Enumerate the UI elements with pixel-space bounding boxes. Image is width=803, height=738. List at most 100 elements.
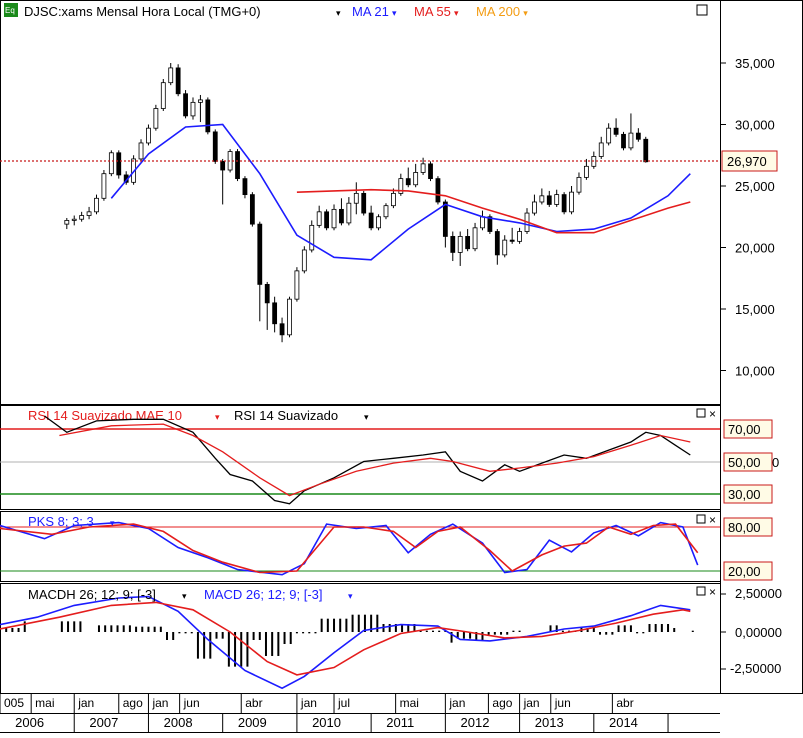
legend-ma-0[interactable]: MA 21 — [352, 4, 389, 19]
price-axis: 35,000 30,000 25,000 20,000 15,000 10,000 — [720, 56, 775, 379]
candle-body — [643, 138, 649, 163]
candle-body — [160, 82, 166, 109]
candle-body — [561, 194, 567, 213]
stoch-legend-dropdown-icon[interactable]: ▾ — [110, 518, 115, 528]
title-dropdown-icon[interactable]: ▾ — [336, 8, 341, 18]
candle-body — [576, 176, 582, 193]
candle-body — [606, 127, 612, 144]
price-tick-label: 35,000 — [735, 56, 775, 71]
stoch-legend[interactable]: PKS 8; 3; 3 — [28, 514, 94, 529]
stoch-maximize-icon[interactable] — [696, 514, 706, 524]
candle-body — [376, 216, 381, 229]
candle-body — [391, 192, 396, 207]
candle-body — [212, 131, 218, 162]
svg-text:50,00: 50,00 — [728, 455, 761, 470]
rsi-close-icon[interactable]: × — [709, 407, 716, 421]
candle-body — [64, 220, 70, 225]
candle-body — [101, 173, 107, 199]
month-label: abr — [245, 696, 262, 710]
rsi-tick-50: 50,00 0 — [723, 452, 779, 472]
year-label: 2009 — [238, 715, 267, 730]
candle-body — [517, 231, 522, 242]
year-label: 2010 — [312, 715, 341, 730]
candle-body — [413, 172, 419, 186]
rsi-tick-30: 30,00 — [723, 484, 773, 504]
candle-body — [242, 178, 248, 196]
candle-body — [635, 132, 641, 140]
candle-body — [509, 239, 515, 242]
rsi-maximize-icon[interactable] — [696, 408, 706, 418]
month-label: jan — [448, 696, 465, 710]
price-tick-label: 25,000 — [735, 179, 775, 194]
candle-body — [86, 211, 92, 216]
legend-dropdown-icon[interactable]: ▾ — [523, 8, 528, 18]
candle-body — [405, 178, 411, 186]
candle-body — [598, 142, 604, 157]
candle-body — [316, 211, 322, 226]
macd-close-icon[interactable]: × — [709, 585, 716, 599]
year-label: 2014 — [609, 715, 638, 730]
svg-text:80,00: 80,00 — [728, 520, 761, 535]
last-price-label: 26,970 — [721, 150, 778, 172]
candle-body — [175, 67, 181, 95]
legend-ma-2[interactable]: MA 200 — [476, 4, 520, 19]
stoch-tick-80: 80,00 — [723, 517, 773, 537]
candle-body — [108, 152, 114, 175]
candle-body — [94, 197, 99, 213]
candle-body — [287, 298, 292, 336]
macdh-legend-dropdown-icon[interactable]: ▾ — [182, 591, 187, 601]
candle-body — [264, 283, 270, 304]
rsi-legend-dropdown-icon-2[interactable]: ▾ — [364, 412, 369, 422]
main-maximize-icon[interactable] — [696, 4, 708, 16]
candle-body — [79, 215, 85, 220]
macd-legend[interactable]: MACD 26; 12; 9; [-3] — [204, 587, 323, 602]
month-label: ago — [492, 696, 512, 710]
candle-body — [190, 101, 196, 117]
macd-tick-zero: 0,00000 — [735, 625, 782, 640]
main-legend: MA 21 ▾ MA 55 ▾ MA 200 ▾ — [352, 4, 528, 19]
candle-body — [279, 323, 285, 336]
stoch-k-line — [0, 521, 699, 576]
candle-body — [205, 99, 211, 133]
stochastic-panel: PKS 8; 3; 3 ▾ × 80,00 20,00 — [0, 513, 773, 581]
legend-dropdown-icon[interactable]: ▾ — [454, 8, 459, 18]
candle-body — [301, 249, 307, 272]
year-label: 2006 — [15, 715, 44, 730]
rsi-legend-smoothed[interactable]: RSI 14 Suavizado — [234, 408, 338, 423]
svg-text:20,00: 20,00 — [728, 564, 761, 579]
chart-window: Eq DJSC:xams Mensal Hora Local (TMG+0) ▾… — [0, 0, 803, 733]
svg-text:26,970: 26,970 — [727, 154, 767, 169]
legend-dropdown-icon[interactable]: ▾ — [392, 8, 397, 18]
app-badge[interactable]: Eq — [4, 3, 18, 17]
stoch-close-icon[interactable]: × — [709, 513, 716, 527]
candle-body — [339, 208, 344, 224]
legend-ma-1[interactable]: MA 55 — [414, 4, 451, 19]
month-label: abr — [616, 696, 633, 710]
year-label: 2008 — [164, 715, 193, 730]
candle-body — [420, 163, 426, 173]
month-label: jun — [554, 696, 571, 710]
month-label: ago — [123, 696, 143, 710]
candle-body — [465, 236, 471, 250]
price-tick-label: 20,000 — [735, 241, 775, 256]
macd-legend-dropdown-icon[interactable]: ▾ — [348, 591, 353, 601]
macd-maximize-icon[interactable] — [696, 586, 706, 596]
candle-body — [539, 195, 545, 203]
candle-body — [554, 194, 560, 205]
macdh-legend[interactable]: MACDH 26; 12; 9; [-3] — [28, 587, 156, 602]
macd-line — [0, 595, 691, 690]
stoch-tick-20: 20,00 — [723, 561, 773, 581]
candle-body — [183, 93, 188, 117]
candle-body — [198, 99, 203, 103]
candle-body — [168, 67, 174, 84]
candle-body — [442, 201, 448, 237]
rsi-legend-dropdown-icon-1[interactable]: ▾ — [215, 412, 220, 422]
candle-body — [383, 205, 389, 218]
macd-signal-line — [0, 601, 691, 676]
stoch-d-line — [0, 523, 699, 574]
year-label: 2013 — [535, 715, 564, 730]
candle-body — [257, 223, 263, 285]
month-label: jan — [523, 696, 540, 710]
month-label: jan — [300, 696, 317, 710]
instrument-title[interactable]: DJSC:xams Mensal Hora Local (TMG+0) — [24, 4, 261, 19]
